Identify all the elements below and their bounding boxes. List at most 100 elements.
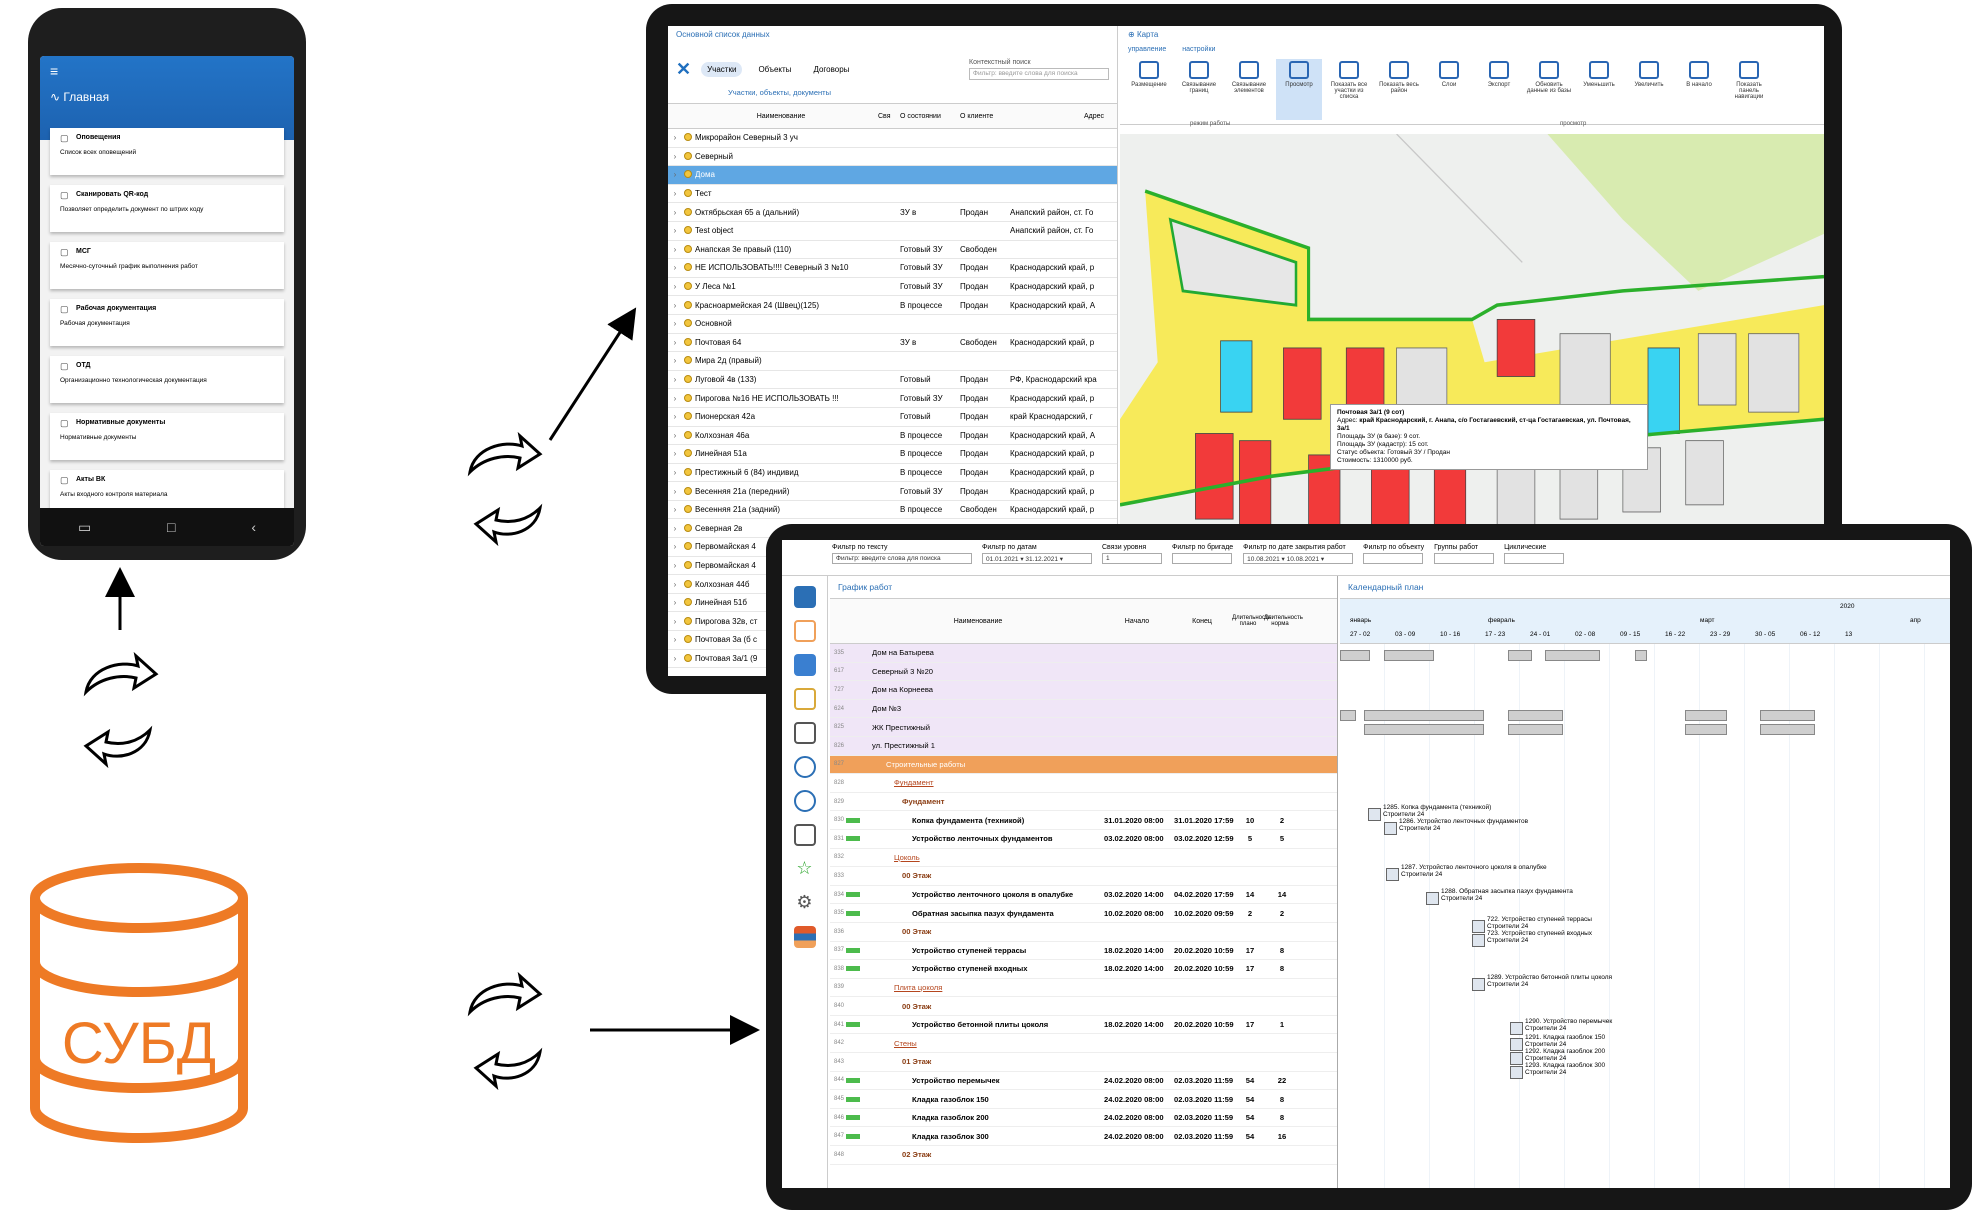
calendar-task[interactable]: 1286. Устройство ленточных фундаментов Ст… [1384, 818, 1528, 835]
gantt-row[interactable]: 826 ул. Престижный 1 [830, 736, 1337, 756]
calendar-bar[interactable] [1364, 710, 1484, 721]
gantt-row[interactable]: 848 02 Этаж [830, 1146, 1337, 1165]
gantt-row[interactable]: 335 Дом на Батырева [830, 644, 1337, 663]
gantt-row[interactable]: 843 01 Этаж [830, 1053, 1337, 1072]
ribbon-button[interactable]: Связывание границ [1176, 59, 1222, 120]
calendar-bar[interactable] [1508, 650, 1532, 661]
list-item[interactable]: › Весенняя 21а (передний) Готовый ЗУ Продан… [668, 482, 1117, 501]
gantt-row[interactable]: 839 Плита цоколя [830, 979, 1337, 998]
list-item[interactable]: › Октябрьская 65 а (дальний) ЗУ в Продан Ана… [668, 203, 1117, 222]
col-state[interactable]: О состоянии [900, 113, 960, 120]
list-item[interactable]: › Микрорайон Северный 3 уч [668, 129, 1117, 148]
expand-icon[interactable]: › [668, 338, 682, 347]
tab-settings[interactable]: настройки [1182, 46, 1215, 53]
expand-icon[interactable]: › [668, 505, 682, 514]
gantt-row[interactable]: 831 Устройство ленточных фундаментов 03.02… [830, 830, 1337, 849]
gantt-row[interactable]: 832 Цоколь [830, 849, 1337, 868]
col-address[interactable]: Адрес [1010, 113, 1110, 120]
expand-icon[interactable]: › [668, 524, 682, 533]
phone-card[interactable]: ▢ МСГ Месячно-суточный график выполнения р… [50, 242, 284, 289]
stats-icon[interactable] [793, 654, 816, 676]
expand-icon[interactable]: › [668, 263, 682, 272]
calendar-bar[interactable] [1760, 724, 1815, 735]
gantt-row[interactable]: 727 Дом на Корнеева [830, 681, 1337, 700]
list-item[interactable]: › Линейная 51а В процессе Продан Краснодарск… [668, 445, 1117, 464]
ribbon-button[interactable]: В начало [1676, 59, 1722, 120]
star-icon[interactable]: ☆ [794, 858, 816, 880]
calendar-task[interactable]: 1288. Обратная засыпка пазух фундамента С… [1426, 888, 1573, 905]
calendar-bar[interactable] [1685, 710, 1727, 721]
home-icon[interactable]: □ [167, 519, 175, 535]
ribbon-button[interactable]: Уменьшить [1576, 59, 1622, 120]
ribbon-button[interactable]: Размещение [1126, 59, 1172, 120]
filter-input[interactable] [1504, 553, 1565, 564]
calendar-task[interactable]: 1290. Устройство перемычек Строители 24 [1510, 1018, 1612, 1035]
gantt-row[interactable]: 617 Северный 3 №20 [830, 662, 1337, 682]
ribbon-button[interactable]: Слои [1426, 59, 1472, 120]
calendar-bar[interactable] [1760, 710, 1815, 721]
expand-icon[interactable]: › [668, 301, 682, 310]
calendar-bar[interactable] [1685, 724, 1727, 735]
gantt-row[interactable]: 825 ЖК Престижный [830, 718, 1337, 737]
gantt-row[interactable]: 836 00 Этаж [830, 923, 1337, 942]
expand-icon[interactable]: › [668, 282, 682, 291]
tab-plots[interactable]: Участки [701, 61, 743, 77]
calendar-body[interactable]: 1285. Копка фундамента (техникой) Строите… [1340, 644, 1950, 1188]
expand-icon[interactable]: › [668, 561, 682, 570]
expand-icon[interactable]: › [668, 598, 682, 607]
list-item[interactable]: › Test object Анапский район, ст. Го [668, 222, 1117, 241]
expand-icon[interactable]: › [668, 245, 682, 254]
gantt-row[interactable]: 844 Устройство перемычек 24.02.2020 08:00 0… [830, 1072, 1337, 1091]
expand-icon[interactable]: › [668, 468, 682, 477]
expand-icon[interactable]: › [668, 170, 682, 179]
filter-input[interactable]: Фильтр: введите слова для поиска [832, 553, 972, 564]
expand-icon[interactable]: › [668, 356, 682, 365]
gantt-row[interactable]: 624 Дом №3 [830, 699, 1337, 719]
ribbon-button[interactable]: Показать панель навигации [1726, 59, 1772, 120]
col-link[interactable]: Свя [878, 113, 900, 120]
phone-card[interactable]: ▢ ОТД Организационно технологическая докум… [50, 356, 284, 403]
col-duration-norm[interactable]: Длительность норма [1264, 615, 1303, 627]
back-icon[interactable]: ‹ [251, 519, 256, 535]
list-item[interactable]: › Почтовая 64 ЗУ в Свободен Краснодарский кр… [668, 334, 1117, 353]
calendar-bar[interactable] [1340, 650, 1370, 661]
list-item[interactable]: › Колхозная 46а В процессе Продан Краснодарс… [668, 427, 1117, 446]
expand-icon[interactable]: › [668, 487, 682, 496]
col-end[interactable]: Конец [1172, 618, 1232, 625]
list-item[interactable]: › Тест [668, 185, 1117, 204]
list-item[interactable]: › Луговой 4в (133) Готовый Продан РФ, Красно… [668, 371, 1117, 390]
list-item[interactable]: › Пионерская 42а Готовый Продан край Краснод… [668, 408, 1117, 427]
gantt-row[interactable]: 847 Кладка газоблок 300 24.02.2020 08:00 02… [830, 1127, 1337, 1147]
expand-icon[interactable]: › [668, 412, 682, 421]
list-item[interactable]: › Дома [668, 166, 1117, 185]
calendar-bar[interactable] [1364, 724, 1484, 735]
calendar-task[interactable]: 723. Устройство ступеней входных Строител… [1472, 930, 1592, 947]
list-item[interactable]: › НЕ ИСПОЛЬЗОВАТЬ!!!! Северный 3 №10 Готов… [668, 259, 1117, 278]
context-search-input[interactable]: Фильтр: введите слова для поиска [969, 67, 1109, 80]
expand-icon[interactable]: › [668, 635, 682, 644]
list-item[interactable]: › Пирогова №16 НЕ ИСПОЛЬЗОВАТЬ !!! Готовый… [668, 389, 1117, 408]
calendar-task[interactable]: 1293. Кладка газоблок 300 Строители 24 [1510, 1062, 1605, 1079]
calendar-task[interactable]: 1289. Устройство бетонной плиты цоколя Ст… [1472, 974, 1612, 991]
calendar-bar[interactable] [1508, 710, 1563, 721]
gantt-row[interactable]: 827 Строительные работы [830, 755, 1337, 775]
list-item[interactable]: › Красноармейская 24 (Швец)(125) В процесс… [668, 296, 1117, 315]
phone-card[interactable]: ▢ Оповещения Список всех оповещений [50, 128, 284, 175]
phone-card[interactable]: ▢ Сканировать QR-код Позволяет определить … [50, 185, 284, 232]
list-item[interactable]: › Престижный 6 (84) индивид В процессе Прод… [668, 464, 1117, 483]
filter-input[interactable] [1434, 553, 1495, 564]
list-item[interactable]: › Анапская 3е правый (110) Готовый ЗУ Свобо… [668, 241, 1117, 260]
filter-input[interactable] [1172, 553, 1232, 564]
tab-control[interactable]: управление [1128, 46, 1166, 53]
ribbon-button[interactable]: Связывание элементов [1226, 59, 1272, 120]
expand-icon[interactable]: › [668, 617, 682, 626]
print-icon[interactable] [793, 824, 816, 846]
tab-objects[interactable]: Объекты [752, 62, 797, 77]
calendar-bar[interactable] [1545, 650, 1600, 661]
expand-icon[interactable]: › [668, 319, 682, 328]
gantt-icon[interactable] [793, 926, 816, 948]
list-item[interactable]: › Весенняя 21а (задний) В процессе Свободен… [668, 501, 1117, 520]
tab-contracts[interactable]: Договоры [807, 62, 855, 77]
gantt-row[interactable]: 838 Устройство ступеней входных 18.02.2020… [830, 960, 1337, 979]
gantt-row[interactable]: 841 Устройство бетонной плиты цоколя 18.02… [830, 1016, 1337, 1035]
